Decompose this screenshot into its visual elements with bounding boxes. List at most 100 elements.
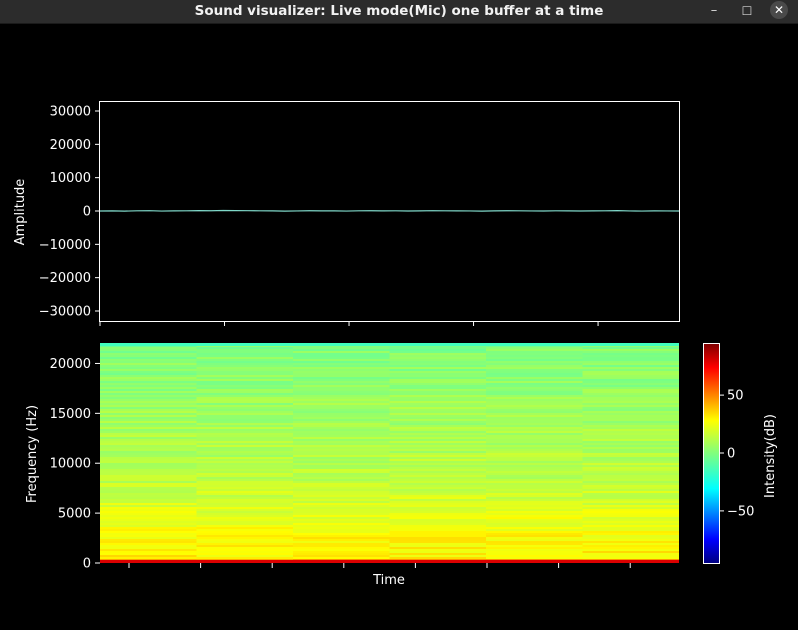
spectrogram-cell xyxy=(486,499,584,502)
spectrogram-cell xyxy=(486,429,584,432)
spectrogram-cell xyxy=(389,551,487,554)
spectrogram-cell xyxy=(389,543,487,546)
spectrogram-cell xyxy=(293,451,391,454)
spectrogram-cell xyxy=(389,449,487,452)
spectrogram-cell xyxy=(582,449,679,452)
spectrogram-cell xyxy=(100,363,198,366)
spectrogram-cell xyxy=(389,427,487,430)
spectrogram-cell xyxy=(389,481,487,484)
spectrogram-cell xyxy=(582,459,679,462)
spectrogram-cell xyxy=(582,507,679,510)
spectrogram-cell xyxy=(389,371,487,374)
spectrogram-cell xyxy=(486,547,584,550)
spectrogram-cell xyxy=(293,399,391,402)
spectrogram-cell xyxy=(389,479,487,482)
spectrogram-cell xyxy=(196,477,294,480)
spectrogram-cell xyxy=(486,537,584,540)
spectrogram-cell xyxy=(100,387,198,390)
spectrogram-cell xyxy=(389,475,487,478)
spectrogram-cell xyxy=(196,485,294,488)
spectrogram-cell xyxy=(582,539,679,542)
spectrogram-cell xyxy=(293,459,391,462)
spectrogram-cell xyxy=(196,425,294,428)
spectrogram-cell xyxy=(293,395,391,398)
spectrogram-cell xyxy=(486,409,584,412)
spectrogram-cell xyxy=(100,451,198,454)
spectrogram-cell xyxy=(582,473,679,476)
spectrogram-cell xyxy=(389,425,487,428)
spectrogram-cell xyxy=(100,413,198,416)
spectrogram-cell xyxy=(486,449,584,452)
spectrogram-cell xyxy=(293,379,391,382)
spectrogram-cell xyxy=(582,545,679,548)
spectrogram-cell xyxy=(196,487,294,490)
spectrogram-cell xyxy=(196,449,294,452)
spectrogram-cell xyxy=(293,375,391,378)
spectrogram-cell xyxy=(582,399,679,402)
spectrogram-cell xyxy=(293,391,391,394)
spectrogram-cell xyxy=(389,453,487,456)
spectrogram-cell xyxy=(196,359,294,362)
spectrogram-cell xyxy=(100,475,198,478)
spectrogram-ytick-label: 0 xyxy=(83,557,91,572)
spectrogram-cell xyxy=(389,455,487,458)
spectrogram-cell xyxy=(100,349,198,352)
spectrogram-cell xyxy=(486,397,584,400)
spectrogram-cell xyxy=(293,549,391,552)
spectrogram-cell xyxy=(100,381,198,384)
spectrogram-cell xyxy=(293,493,391,496)
spectrogram-cell xyxy=(389,387,487,390)
spectrogram-cell xyxy=(293,547,391,550)
close-icon[interactable]: ✕ xyxy=(770,1,788,19)
spectrogram-cell xyxy=(100,405,198,408)
spectrogram-cell xyxy=(293,417,391,420)
spectrogram-cell xyxy=(582,555,679,558)
spectrogram-cell xyxy=(293,373,391,376)
spectrogram-cell xyxy=(196,525,294,528)
spectrogram-cell xyxy=(582,517,679,520)
spectrogram-cell xyxy=(293,369,391,372)
spectrogram-cell xyxy=(196,361,294,364)
spectrogram-cell xyxy=(100,511,198,514)
spectrogram-cell xyxy=(389,411,487,414)
spectrogram-cell xyxy=(389,399,487,402)
spectrogram-cell xyxy=(389,529,487,532)
spectrogram-cell xyxy=(486,551,584,554)
spectrogram-cell xyxy=(582,467,679,470)
spectrogram-cell xyxy=(389,523,487,526)
spectrogram-cell xyxy=(293,377,391,380)
spectrogram-cell xyxy=(196,423,294,426)
spectrogram-cell xyxy=(293,481,391,484)
spectrogram-cell xyxy=(100,439,198,442)
minimize-icon[interactable]: – xyxy=(704,1,724,21)
maximize-icon[interactable]: ☐ xyxy=(737,1,757,21)
spectrogram-cell xyxy=(100,457,198,460)
spectrogram-cell xyxy=(100,419,198,422)
spectrogram-cell xyxy=(100,367,198,370)
spectrogram-cell xyxy=(582,479,679,482)
spectrogram-cell xyxy=(389,389,487,392)
spectrogram-cell xyxy=(389,517,487,520)
spectrogram-cell xyxy=(389,445,487,448)
spectrogram-cell xyxy=(486,503,584,506)
spectrogram-cell xyxy=(486,361,584,364)
spectrogram-cell xyxy=(582,419,679,422)
spectrogram-cell xyxy=(486,447,584,450)
spectrogram-cell xyxy=(582,503,679,506)
spectrogram-cell xyxy=(486,495,584,498)
spectrogram-cell xyxy=(582,351,679,354)
spectrogram-cell xyxy=(100,359,198,362)
spectrogram-cell xyxy=(293,411,391,414)
spectrogram-cell xyxy=(100,549,198,552)
spectrogram-cell xyxy=(389,469,487,472)
spectrogram-cell xyxy=(196,541,294,544)
spectrogram-cell xyxy=(582,527,679,530)
spectrogram-cell xyxy=(486,355,584,358)
spectrogram-cell xyxy=(486,387,584,390)
spectrogram-cell xyxy=(389,441,487,444)
spectrogram-cell xyxy=(582,359,679,362)
spectrogram-cell xyxy=(486,511,584,514)
spectrogram-cell xyxy=(389,385,487,388)
spectrogram-cell xyxy=(389,375,487,378)
spectrogram-cell xyxy=(293,433,391,436)
